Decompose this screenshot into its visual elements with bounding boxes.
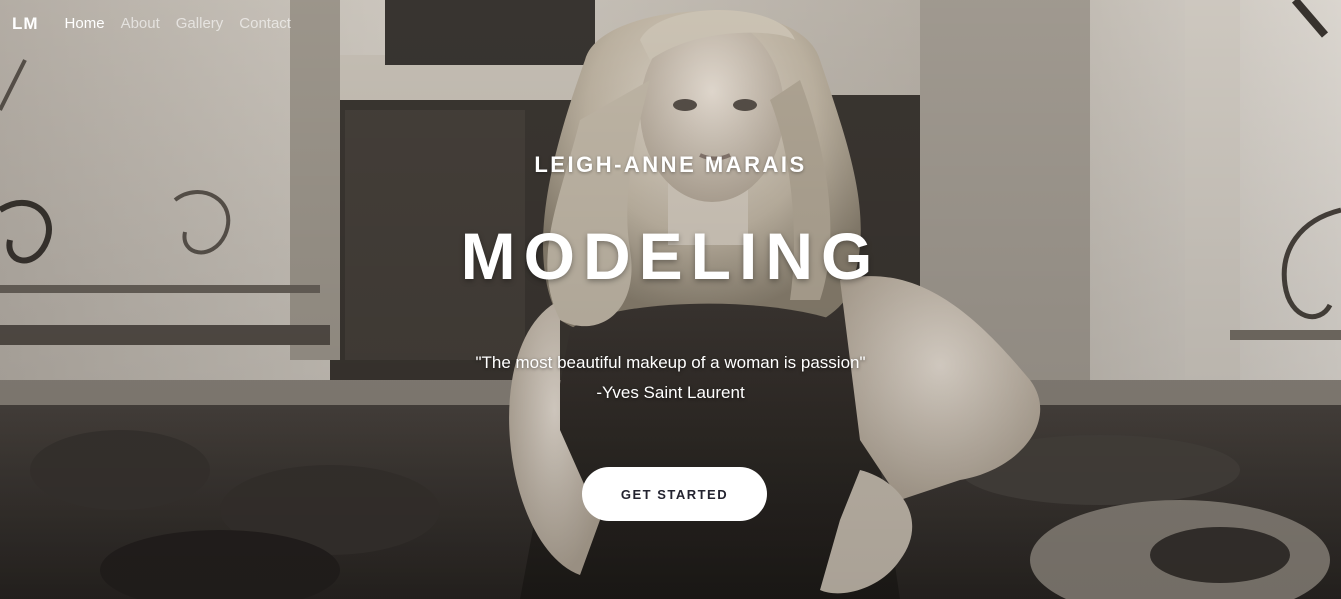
- hero-section: LM Home About Gallery Contact LEIGH-ANNE…: [0, 0, 1341, 599]
- hero-name: LEIGH-ANNE MARAIS: [534, 152, 807, 177]
- get-started-button[interactable]: GET STARTED: [582, 467, 767, 521]
- hero-content: LEIGH-ANNE MARAIS MODELING "The most bea…: [0, 0, 1341, 599]
- hero-quote-block: "The most beautiful makeup of a woman is…: [0, 348, 1341, 408]
- hero-quote: "The most beautiful makeup of a woman is…: [475, 353, 866, 372]
- hero-headline: MODELING: [460, 219, 881, 293]
- hero-quote-author: -Yves Saint Laurent: [596, 383, 745, 402]
